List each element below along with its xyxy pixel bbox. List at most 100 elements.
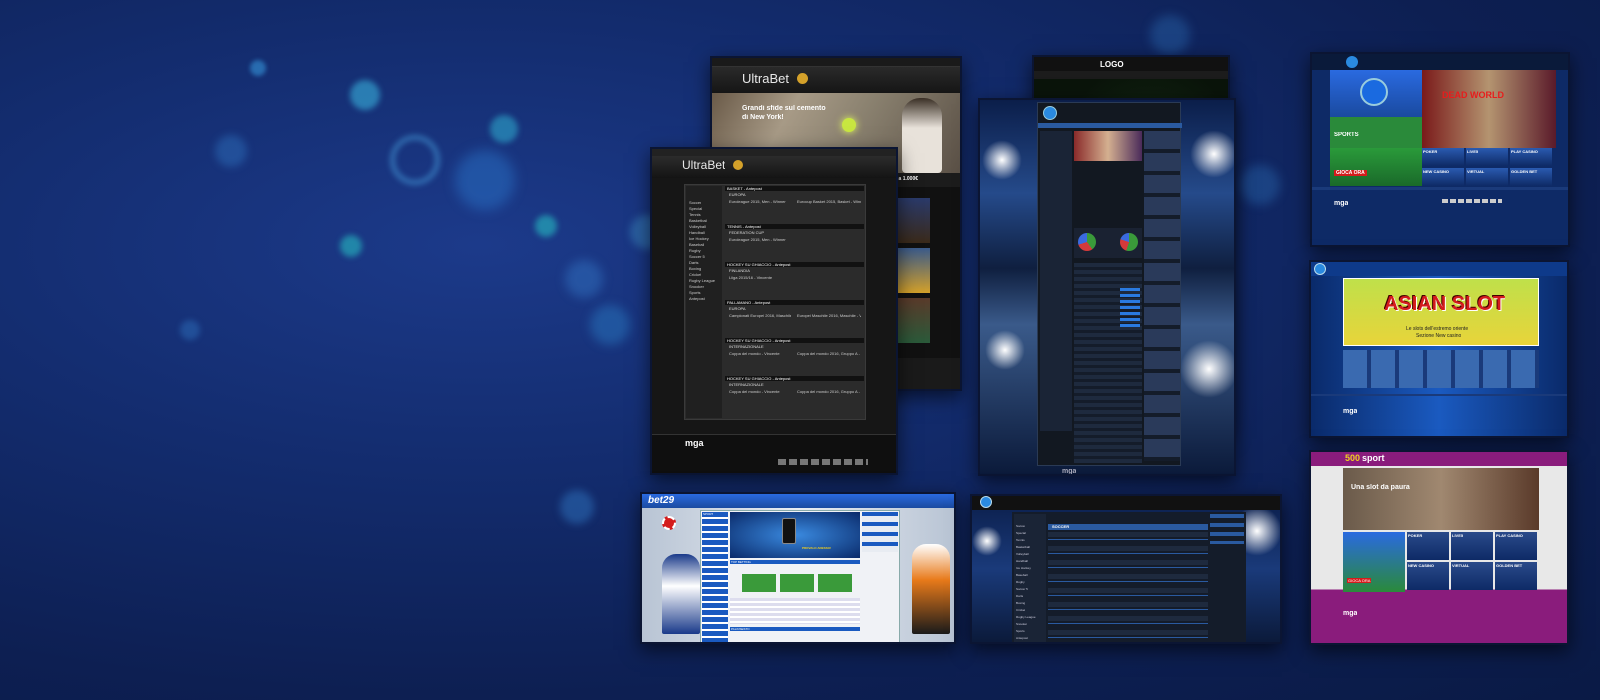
thumb-image	[898, 198, 930, 243]
sport-list-item[interactable]: Volleyball	[1016, 552, 1029, 556]
sport-menu: Soccer Special Tennis Basketball Volleyball H…	[1014, 514, 1046, 642]
500sport-site-screenshot: 500 sport Una slot da paura GIOCA ORA PO…	[1309, 450, 1569, 645]
payment-icons	[778, 459, 868, 465]
sport-list-item[interactable]: Special	[1016, 531, 1026, 535]
mga-logo: mga	[1343, 610, 1358, 617]
sport-list-item[interactable]: Handball	[689, 230, 705, 235]
slot-banner: ASIAN SLOT Le slots dell'estremo oriente…	[1343, 278, 1539, 346]
game-tile[interactable]: PLAY CASINO	[1495, 532, 1537, 560]
sport-list-item[interactable]: Sports	[689, 290, 701, 295]
site-logo-icon	[1314, 263, 1326, 275]
event-market[interactable]: Coppa del mondo - Vincente	[729, 351, 791, 356]
slot-subtitle: Le slots dell'estremo oriente	[1406, 326, 1469, 332]
game-tiles: POKER LIVE5 PLAY CASINO NEW CASINO VIRTUAL GO…	[1422, 148, 1556, 186]
game-tile[interactable]: NEW CASINO	[1422, 168, 1464, 186]
event-market[interactable]: Campionati Europei 2016, Maschile - Vinc…	[729, 313, 791, 318]
sport-list-item[interactable]: Boxing	[689, 266, 701, 271]
sport-list-item[interactable]: Darts	[689, 260, 699, 265]
sport-list-item[interactable]: Soccer 5	[1016, 587, 1028, 591]
event-market[interactable]: Euroleague 2015, Men - Winner	[729, 199, 791, 204]
sport-list-item[interactable]: Cricket	[689, 272, 701, 277]
ultrabet-front-screenshot: UltraBet Soccer Special Tennis Basketball Vo…	[650, 147, 898, 475]
cta-bar	[1330, 148, 1422, 186]
game-tile[interactable]: VIRTUAL	[1451, 562, 1493, 590]
game-tile[interactable]: LIVE5	[1466, 148, 1508, 166]
sport-list-item[interactable]: Snooker	[689, 284, 704, 289]
bokeh-light	[180, 320, 200, 340]
bokeh-light	[565, 260, 603, 298]
sport-list-item[interactable]: Baseball	[689, 242, 704, 247]
sport-list-item[interactable]: Rugby League	[689, 278, 715, 283]
sport-list-item[interactable]: Handball	[1016, 559, 1028, 563]
sport-list-item[interactable]: Volleyball	[689, 224, 706, 229]
event-market[interactable]: Euroleague 2015, Men - Winner	[729, 237, 791, 242]
sport-list-item[interactable]: Snooker	[1016, 622, 1027, 626]
sport-list-item[interactable]: Soccer	[689, 200, 701, 205]
brand-coin-icon	[797, 73, 808, 84]
sport-list-item[interactable]: Tennis	[1016, 538, 1025, 542]
site-content-column	[1037, 102, 1182, 466]
bokeh-light	[215, 135, 247, 167]
blue-site-top-screenshot: SPORTS DEAD WORLD GIOCA ORA POKER LIVE5 PL…	[1310, 52, 1570, 247]
sports-tile: GIOCA ORA	[1343, 532, 1405, 592]
game-tile[interactable]: NEW CASINO	[1407, 562, 1449, 590]
sport-list-item[interactable]: Antepost	[1016, 636, 1028, 640]
sport-list-item[interactable]: Special	[689, 206, 702, 211]
sport-list-item[interactable]: Sports	[1016, 629, 1025, 633]
sport-list-item[interactable]: Ice Hockey	[689, 236, 709, 241]
play-now-button[interactable]: GIOCA ORA	[1347, 578, 1372, 583]
tennis-ball-image	[842, 118, 856, 132]
game-tile[interactable]: LIVE5	[1451, 532, 1493, 560]
event-market[interactable]: Coppa del mondo - Vincente	[729, 389, 791, 394]
game-tile[interactable]: GOLDEN BET	[1510, 168, 1552, 186]
event-group: EUROPA	[729, 306, 746, 311]
brand-logo-number: 500	[1345, 453, 1361, 463]
event-market[interactable]: Eurocup Basket 2015, Basket - Winner	[797, 199, 861, 204]
sport-list-item[interactable]: Cricket	[1016, 608, 1025, 612]
sport-list-item[interactable]: Ice Hockey	[1016, 566, 1031, 570]
sport-list-item[interactable]: Antepost	[689, 296, 705, 301]
thumb-image	[898, 248, 930, 293]
bokeh-light	[1240, 165, 1280, 205]
bokeh-light	[490, 115, 518, 143]
sport-list-item[interactable]: Rugby	[689, 248, 701, 253]
brand-logo-word: sport	[1362, 453, 1385, 463]
sport-list-item[interactable]: Soccer 5	[689, 254, 705, 259]
phone-image	[782, 518, 796, 544]
brand-coin-icon	[733, 160, 743, 170]
hero-logo-circle	[1360, 78, 1388, 106]
event-section-title: HOCKEY SU GHIACCIO - Antepost	[725, 338, 864, 343]
promo-headline-2: di New York!	[742, 114, 784, 121]
event-market[interactable]: Liiga 2015/16 - Vincente	[729, 275, 791, 280]
promo-cta[interactable]: PROVALO ADESSO!	[802, 546, 831, 550]
sport-list-item[interactable]: Boxing	[1016, 601, 1025, 605]
game-tile[interactable]: POKER	[1422, 148, 1464, 166]
event-market[interactable]: Coppa del mondo 2016, Gruppo A - Vincent…	[797, 389, 861, 394]
game-tile[interactable]: PLAY CASINO	[1510, 148, 1552, 166]
stadium-light	[982, 140, 1022, 180]
sport-list-item[interactable]: Rugby League	[1016, 615, 1036, 619]
sport-list-item[interactable]: Basketball	[1016, 545, 1030, 549]
site-logo-icon	[1346, 56, 1358, 68]
stadium-light	[1180, 340, 1234, 398]
asian-slot-site-screenshot: ASIAN SLOT Le slots dell'estremo oriente…	[1309, 260, 1569, 438]
bokeh-light	[1150, 15, 1190, 55]
play-now-button[interactable]: GIOCA ORA	[1334, 170, 1367, 176]
mga-logo: mga	[1343, 408, 1358, 415]
sport-list-item[interactable]: Basketball	[689, 218, 707, 223]
sport-list-item[interactable]: Rugby	[1016, 580, 1025, 584]
event-market[interactable]: Europei Maschile 2016, Maschile - Vincen…	[797, 313, 861, 318]
sport-list-item[interactable]: Tennis	[689, 212, 701, 217]
sport-list-item[interactable]: Soccer	[1016, 524, 1025, 528]
event-section-title: PALLAMANO - Antepost	[725, 300, 864, 305]
game-tile[interactable]: VIRTUAL	[1466, 168, 1508, 186]
sport-list-item[interactable]: Baseball	[1016, 573, 1028, 577]
sport-list-item[interactable]: Darts	[1016, 594, 1023, 598]
event-market[interactable]: Coppa del mondo 2016, Gruppo A - Vincent…	[797, 351, 861, 356]
game-tile[interactable]: GOLDEN BET	[1495, 562, 1537, 590]
bokeh-light	[590, 305, 630, 345]
stadium-site-screenshot: mga	[978, 98, 1236, 476]
field-cards	[742, 574, 852, 592]
game-tile[interactable]: POKER	[1407, 532, 1449, 560]
mga-logo: mga	[685, 438, 704, 448]
